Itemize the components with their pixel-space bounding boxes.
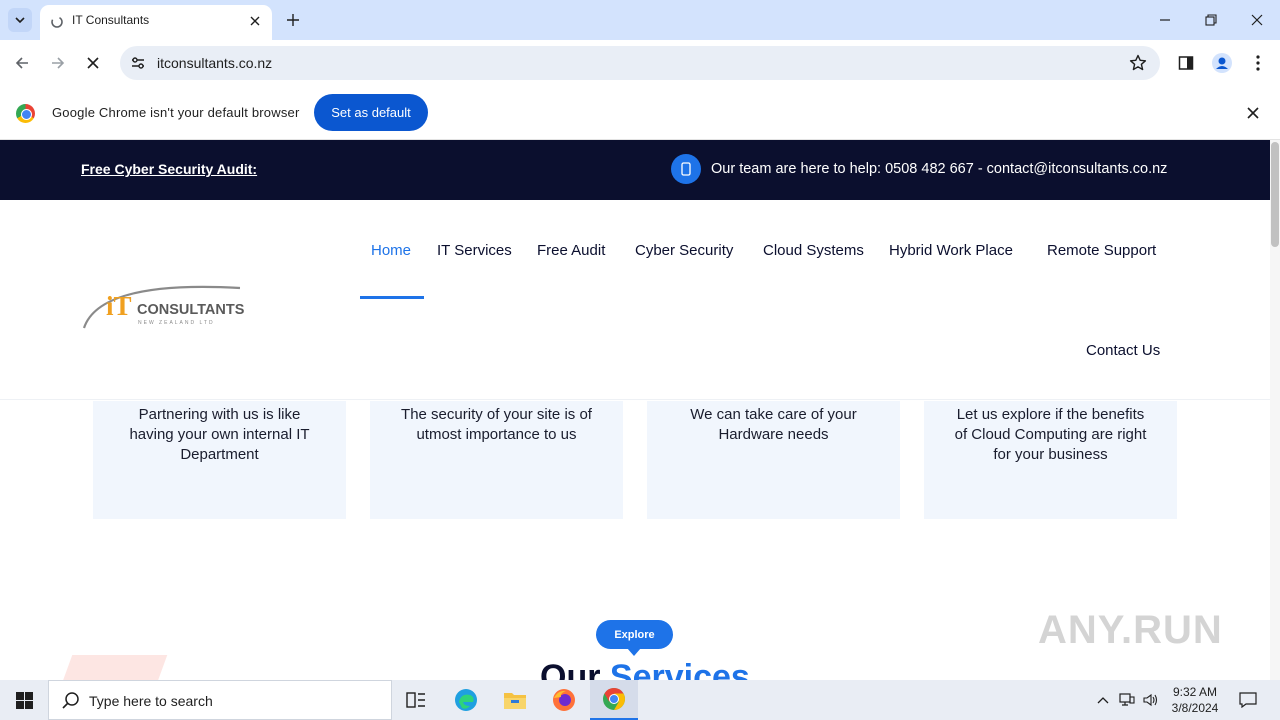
site-info-icon[interactable]: [128, 53, 148, 73]
volume-icon[interactable]: [1140, 680, 1162, 720]
services-heading-part1: Our: [540, 658, 601, 680]
site-header: iT CONSULTANTS NEW ZEALAND LTD Home IT S…: [0, 200, 1270, 400]
taskbar-search-box[interactable]: Type here to search: [48, 680, 392, 720]
new-tab-icon[interactable]: [282, 9, 304, 31]
url-text[interactable]: itconsultants.co.nz: [157, 55, 272, 71]
feature-card[interactable]: We can take care of your Hardware needs: [647, 401, 900, 519]
stop-loading-icon[interactable]: [80, 50, 106, 76]
feature-card[interactable]: Partnering with us is like having your o…: [93, 401, 346, 519]
task-view-icon[interactable]: [392, 680, 440, 720]
nav-cyber-security[interactable]: Cyber Security: [635, 242, 733, 259]
nav-free-audit[interactable]: Free Audit: [537, 242, 605, 259]
tab-search-dropdown-icon[interactable]: [8, 8, 32, 32]
scrollbar-thumb[interactable]: [1271, 142, 1279, 247]
feature-card-text: Let us explore if the benefits of Cloud …: [954, 406, 1147, 463]
page-viewport: Free Cyber Security Audit: Our team are …: [0, 140, 1280, 680]
taskbar-clock[interactable]: 9:32 AM 3/8/2024: [1162, 684, 1228, 716]
feature-card-text: We can take care of your Hardware needs: [690, 406, 857, 443]
nav-remote-support[interactable]: Remote Support: [1047, 242, 1156, 259]
feature-card[interactable]: The security of your site is of utmost i…: [370, 401, 623, 519]
restore-icon[interactable]: [1198, 7, 1224, 33]
minimize-icon[interactable]: [1152, 7, 1178, 33]
nav-it-services[interactable]: IT Services: [437, 242, 512, 259]
feature-card-text: The security of your site is of utmost i…: [401, 406, 592, 443]
taskbar-search-placeholder[interactable]: Type here to search: [89, 693, 213, 709]
profile-avatar-icon[interactable]: [1209, 50, 1235, 76]
tray-chevron-up-icon[interactable]: [1092, 680, 1114, 720]
tab-title: IT Consultants: [72, 13, 150, 27]
infobar-message: Google Chrome isn't your default browser: [52, 105, 300, 120]
set-as-default-button[interactable]: Set as default: [314, 94, 428, 131]
infobar-close-icon[interactable]: [1243, 103, 1263, 123]
explore-badge: Explore: [596, 620, 673, 656]
services-heading-part2: Services: [609, 658, 750, 680]
windows-taskbar: Type here to search 9:32 AM 3/8/2024: [0, 680, 1280, 720]
anyrun-watermark: ANY.RUN: [1038, 608, 1223, 652]
feature-card-text: Partnering with us is like having your o…: [129, 406, 310, 463]
firefox-icon[interactable]: [540, 680, 588, 720]
browser-tab[interactable]: IT Consultants: [40, 5, 272, 40]
edge-icon[interactable]: [442, 680, 490, 720]
free-audit-link[interactable]: Free Cyber Security Audit:: [81, 161, 257, 177]
menu-kebab-icon[interactable]: [1245, 50, 1271, 76]
site-logo[interactable]: iT CONSULTANTS NEW ZEALAND LTD: [80, 270, 250, 330]
clock-date: 3/8/2024: [1171, 701, 1219, 715]
nav-home[interactable]: Home: [371, 242, 411, 259]
chrome-logo-icon: [16, 104, 35, 123]
chrome-taskbar-icon[interactable]: [590, 680, 638, 720]
nav-hybrid-work-place[interactable]: Hybrid Work Place: [889, 242, 1013, 259]
network-icon[interactable]: [1116, 680, 1138, 720]
windows-start-icon[interactable]: [0, 680, 48, 720]
decorative-shape: [57, 655, 168, 680]
logo-subtitle: NEW ZEALAND LTD: [138, 320, 215, 326]
side-panel-icon[interactable]: [1173, 50, 1199, 76]
nav-cloud-systems[interactable]: Cloud Systems: [763, 242, 864, 259]
forward-icon[interactable]: [45, 50, 71, 76]
phone-icon: [671, 154, 701, 184]
page-scrollbar[interactable]: [1270, 140, 1280, 680]
address-bar[interactable]: itconsultants.co.nz: [120, 46, 1160, 80]
close-window-icon[interactable]: [1244, 7, 1270, 33]
default-browser-infobar: Google Chrome isn't your default browser…: [0, 86, 1280, 140]
back-icon[interactable]: [9, 50, 35, 76]
logo-wordmark: CONSULTANTS: [137, 302, 245, 318]
site-topbar: Free Cyber Security Audit: Our team are …: [0, 140, 1270, 200]
logo-it-mark: iT: [106, 291, 132, 321]
services-heading: Our Services: [540, 658, 750, 680]
nav-contact-us[interactable]: Contact Us: [1086, 342, 1160, 359]
search-icon: [62, 692, 79, 709]
nav-active-indicator: [360, 296, 424, 299]
file-explorer-icon[interactable]: [491, 680, 539, 720]
notifications-icon[interactable]: [1234, 680, 1262, 720]
tab-close-icon[interactable]: [246, 12, 264, 30]
browser-toolbar: itconsultants.co.nz: [0, 40, 1280, 86]
clock-time: 9:32 AM: [1172, 685, 1218, 699]
tab-strip: IT Consultants: [0, 0, 1280, 40]
help-contact-text[interactable]: Our team are here to help: 0508 482 667 …: [711, 161, 1167, 177]
feature-card[interactable]: Let us explore if the benefits of Cloud …: [924, 401, 1177, 519]
bookmark-star-icon[interactable]: [1128, 53, 1148, 73]
loading-favicon-icon: [51, 16, 63, 28]
